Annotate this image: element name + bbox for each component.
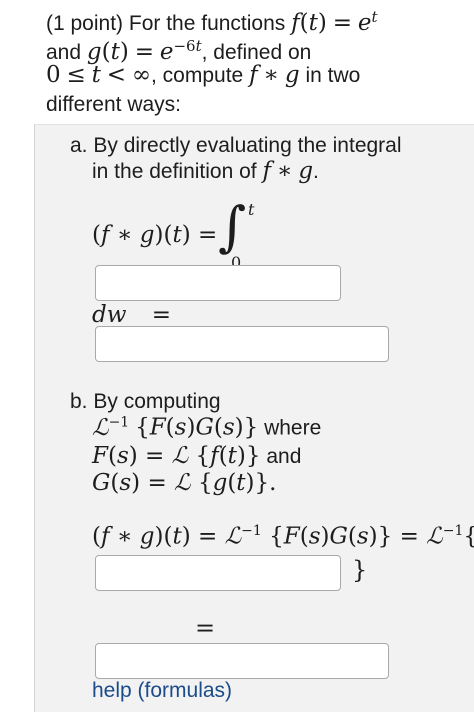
where-text: where (264, 416, 322, 440)
header-line-3: 0 ≤ t < ∞, compute f ∗ g in two (46, 62, 360, 89)
header-line-4: different ways: (46, 93, 182, 116)
lhs-paren-end: ) (181, 222, 191, 248)
conv-star: ∗ (263, 62, 280, 88)
and-text: and (46, 41, 82, 64)
inverse-laplace-arg-input[interactable] (95, 555, 341, 591)
problem-page: (1 point) For the functions f(t) = et an… (0, 0, 474, 712)
dw-text: dw (92, 302, 127, 328)
lhs-equals: = (198, 222, 218, 248)
part-b-label: b. By computing (70, 390, 221, 413)
dw-row: dw = (92, 302, 171, 328)
equals-sign: = (332, 10, 352, 36)
lhs-paren-open: ( (92, 222, 101, 248)
and-b-text: and (266, 445, 302, 468)
g-exp-power: −6t (173, 37, 202, 55)
part-a-line-2-text: in the definition of (92, 160, 257, 183)
a-conv-g: g (298, 158, 314, 184)
infinity-symbol: ∞ (131, 62, 151, 88)
lhs-star: ∗ (116, 222, 133, 248)
final-result-input[interactable] (95, 643, 389, 679)
conv-g: g (284, 62, 300, 88)
a-conv-f: f (262, 158, 271, 184)
integrand-input[interactable] (95, 265, 341, 301)
final-equals: = (195, 614, 216, 642)
inverse-laplace-equation: (f ∗ g)(t) = ℒ−1 {F(s)G(s)} = ℒ−1{ (92, 523, 474, 550)
conv-f: f (249, 62, 258, 88)
in-two-text: in two (305, 64, 361, 87)
part-a-line-2: in the definition of f ∗ g. (92, 158, 319, 185)
part-b-line-4: G(s) = ℒ {g(t)}. (92, 470, 276, 496)
b-G-def: G(s) = ℒ {g(t)}. (92, 470, 277, 496)
a-conv-star: ∗ (276, 158, 293, 184)
part-a-label: a. By directly evaluating the integral (70, 134, 402, 157)
lhs-paren-close: )( (154, 222, 173, 248)
b-F-def: F(s) = ℒ {f(t)} (92, 443, 261, 469)
integral-result-input[interactable] (95, 326, 389, 362)
defined-on-text: , defined on (201, 41, 312, 64)
header-intro-text: (1 point) For the functions (46, 12, 286, 35)
compute-text: , compute (151, 64, 244, 87)
a-period: . (313, 160, 319, 183)
exp-t: t (371, 8, 378, 26)
dw-equals: = (151, 302, 172, 328)
help-formulas-link[interactable]: help (formulas) (92, 679, 232, 703)
integral-lhs: (f ∗ g)(t) = (92, 222, 218, 248)
domain-zero: 0 (46, 62, 61, 88)
part-b-line-3: F(s) = ℒ {f(t)} and (92, 443, 301, 469)
paren-close: ) (317, 10, 327, 36)
lt-sign: < (106, 62, 126, 88)
domain-t: t (91, 62, 101, 88)
leq-sign: ≤ (66, 62, 86, 88)
integral-sign: ∫ (218, 195, 247, 258)
part-b-line-2: ℒ−1 {F(s)G(s)} where (92, 414, 321, 441)
integral-upper-limit: t (248, 200, 255, 219)
exp-e: e (357, 10, 372, 36)
closing-brace: } (352, 556, 368, 584)
b-L-inv: ℒ−1 (92, 414, 130, 441)
b-FG-product: {F(s)G(s)} (135, 414, 259, 441)
